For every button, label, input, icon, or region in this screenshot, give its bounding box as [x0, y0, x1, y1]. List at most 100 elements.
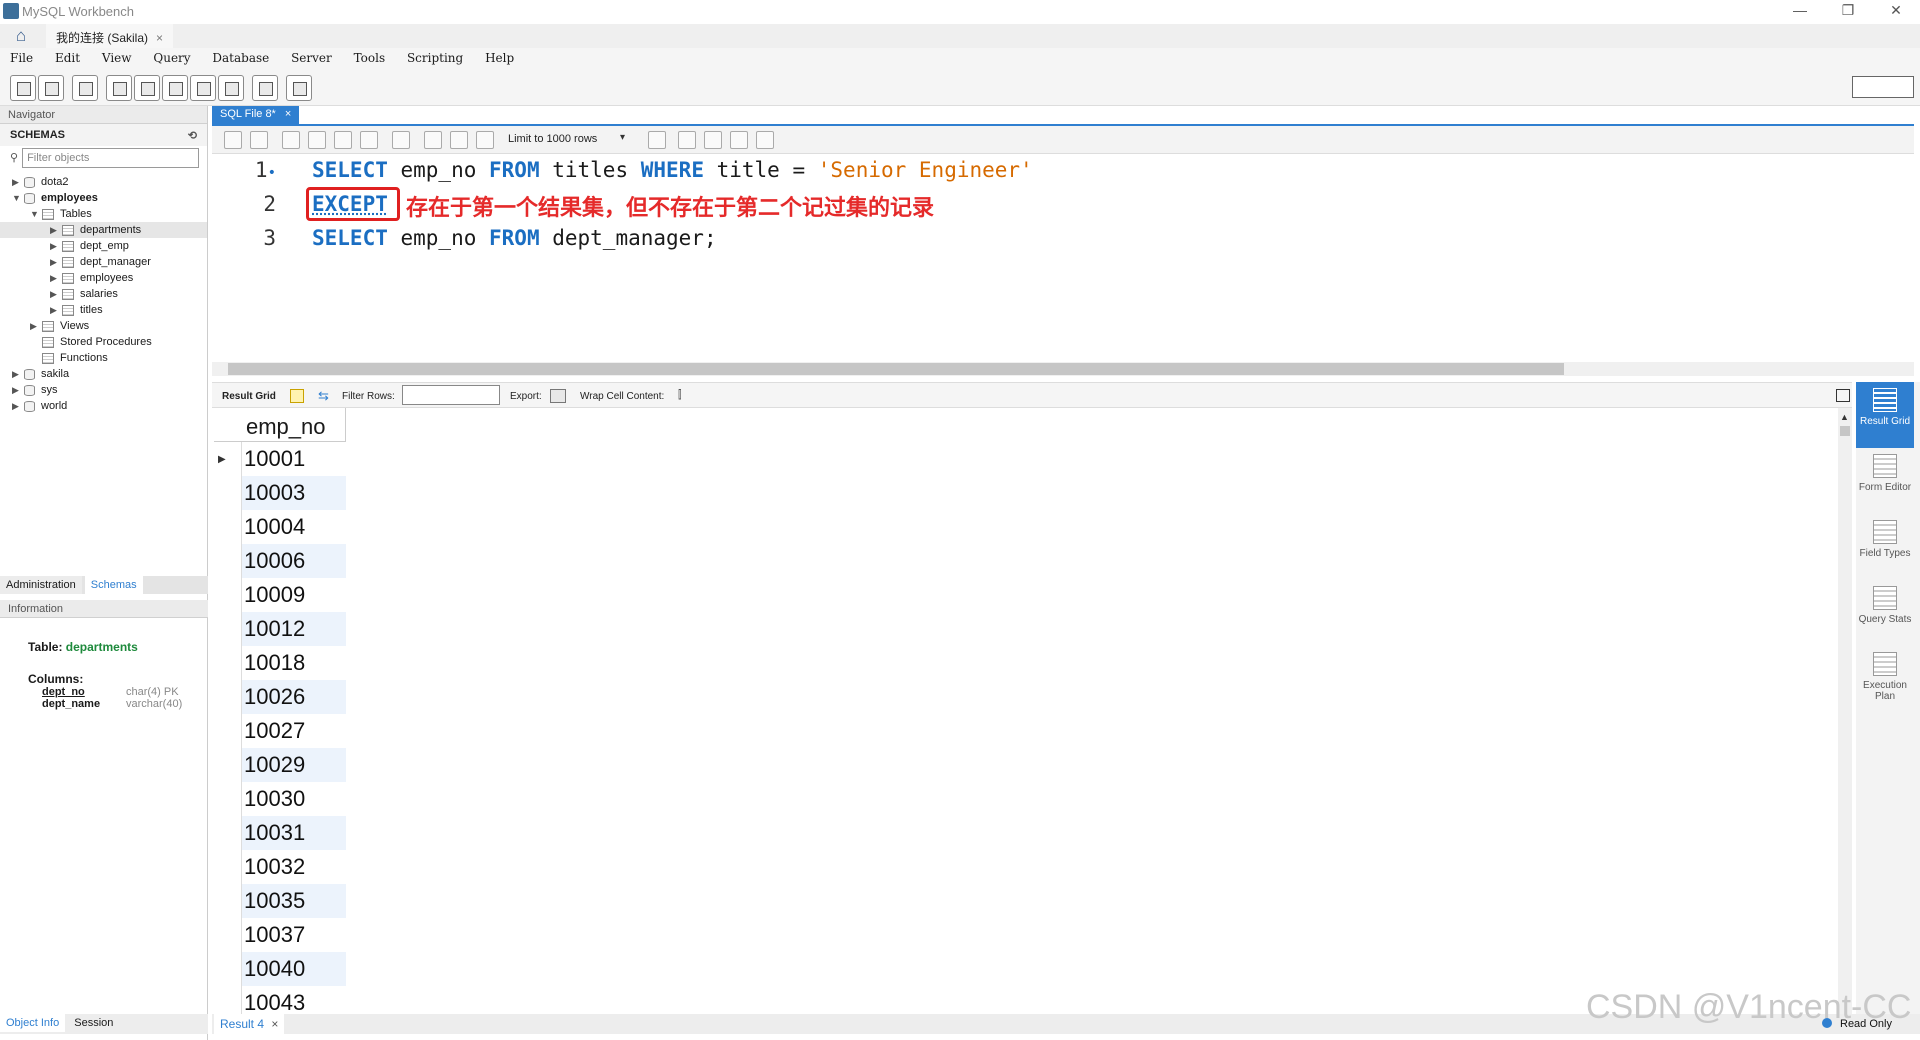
schema-sys[interactable]: ▶ sys	[0, 382, 207, 398]
field-types-button[interactable]: Field Types	[1856, 514, 1914, 580]
editor-scroll-thumb[interactable]	[228, 363, 1564, 375]
grid-cell-emp-no[interactable]: 10031	[242, 816, 346, 850]
menu-help[interactable]: Help	[485, 48, 514, 68]
refresh-icon[interactable]: ⇆	[318, 388, 329, 404]
grid-cell-emp-no[interactable]: 10037	[242, 918, 346, 952]
execution-plan-button[interactable]: Execution Plan	[1856, 646, 1914, 712]
filter-rows-input[interactable]	[402, 385, 500, 405]
grid-cell-emp-no[interactable]: 10004	[242, 510, 346, 544]
grid-cell-emp-no[interactable]: 10027	[242, 714, 346, 748]
form-editor-button[interactable]: Form Editor	[1856, 448, 1914, 514]
result-grid-button[interactable]: Result Grid	[1856, 382, 1914, 448]
grid-cell-emp-no[interactable]: 10018	[242, 646, 346, 680]
column-header-emp-no[interactable]: emp_no	[214, 408, 346, 442]
save-file-icon[interactable]	[250, 131, 268, 149]
inspector-icon[interactable]	[72, 75, 98, 101]
stored-procedures-node[interactable]: Stored Procedures	[0, 334, 207, 350]
views-node[interactable]: ▶ Views	[0, 318, 207, 334]
close-sql-tab-icon[interactable]: ×	[285, 108, 291, 120]
refresh-schemas-icon[interactable]: ⟲	[188, 129, 197, 142]
schema-dota2[interactable]: ▶ dota2	[0, 174, 207, 190]
tab-administration[interactable]: Administration	[0, 576, 82, 594]
word-wrap-icon[interactable]	[730, 131, 748, 149]
menu-scripting[interactable]: Scripting	[407, 48, 463, 68]
query-stats-button[interactable]: Query Stats	[1856, 580, 1914, 646]
limit-rows-select[interactable]: Limit to 1000 rows	[508, 133, 597, 145]
toggle-error-icon[interactable]	[392, 131, 410, 149]
sql-file-tab[interactable]: SQL File 8* ×	[212, 106, 300, 124]
grid-cell-emp-no[interactable]: 10006	[242, 544, 346, 578]
grid-cell-emp-no[interactable]: 10030	[242, 782, 346, 816]
open-file-icon[interactable]	[224, 131, 242, 149]
wrap-icon[interactable]: ⫿	[678, 389, 682, 402]
snippet-icon[interactable]	[756, 131, 774, 149]
export-icon[interactable]	[550, 389, 566, 403]
grid-cell-emp-no[interactable]: 10026	[242, 680, 346, 714]
grid-vertical-scrollbar[interactable]	[1838, 408, 1852, 1014]
create-function-icon[interactable]	[218, 75, 244, 101]
row-selector[interactable]	[214, 510, 242, 544]
execute-icon[interactable]	[282, 131, 300, 149]
menu-edit[interactable]: Edit	[55, 48, 80, 68]
menu-view[interactable]: View	[102, 48, 132, 68]
limit-dropdown-icon[interactable]: ▾	[620, 132, 638, 148]
table-item-salaries[interactable]: ▶ salaries	[0, 286, 207, 302]
row-selector[interactable]	[214, 544, 242, 578]
grid-scroll-thumb[interactable]	[1840, 426, 1850, 436]
row-selector[interactable]	[214, 952, 242, 986]
result-tab[interactable]: Result 4 ×	[214, 1014, 285, 1034]
row-selector[interactable]	[214, 782, 242, 816]
table-item-dept-emp[interactable]: ▶ dept_emp	[0, 238, 207, 254]
rollback-icon[interactable]	[450, 131, 468, 149]
tab-schemas[interactable]: Schemas	[84, 576, 143, 594]
tab-session[interactable]: Session	[68, 1014, 119, 1032]
grid-cell-emp-no[interactable]: 10040	[242, 952, 346, 986]
minimize-icon[interactable]: —	[1780, 2, 1820, 22]
grid-cell-emp-no[interactable]: 10029	[242, 748, 346, 782]
find-icon[interactable]	[678, 131, 696, 149]
toggle-sidebar-icon[interactable]	[1836, 389, 1850, 402]
create-procedure-icon[interactable]	[190, 75, 216, 101]
grid-cell-emp-no[interactable]: 10009	[242, 578, 346, 612]
grid-cell-emp-no[interactable]: 10001	[242, 442, 346, 476]
create-view-icon[interactable]	[162, 75, 188, 101]
schema-employees[interactable]: ▼ employees	[0, 190, 207, 206]
table-item-departments[interactable]: ▶ departments	[0, 222, 207, 238]
menu-server[interactable]: Server	[291, 48, 332, 68]
row-selector[interactable]	[214, 850, 242, 884]
create-table-icon[interactable]	[134, 75, 160, 101]
row-selector[interactable]	[214, 714, 242, 748]
row-selector[interactable]	[214, 680, 242, 714]
autocommit-icon[interactable]	[476, 131, 494, 149]
grid-cell-emp-no[interactable]: 10032	[242, 850, 346, 884]
row-selector[interactable]	[214, 884, 242, 918]
table-item-titles[interactable]: ▶ titles	[0, 302, 207, 318]
grid-cell-emp-no[interactable]: 10035	[242, 884, 346, 918]
commit-icon[interactable]	[424, 131, 442, 149]
result-grid-label[interactable]: Result Grid	[222, 391, 276, 402]
row-selector[interactable]	[214, 476, 242, 510]
tables-node[interactable]: ▼ Tables	[0, 206, 207, 222]
stop-icon[interactable]	[360, 131, 378, 149]
code-line-1[interactable]: SELECT emp_no FROM titles WHERE title = …	[312, 158, 1033, 182]
grid-view-icon[interactable]	[290, 389, 304, 403]
grid-cell-emp-no[interactable]: 10012	[242, 612, 346, 646]
row-selector[interactable]	[214, 612, 242, 646]
execute-current-icon[interactable]	[308, 131, 326, 149]
create-schema-icon[interactable]	[106, 75, 132, 101]
layout-toggle-icon[interactable]	[1852, 76, 1914, 98]
connection-tab[interactable]: 我的连接 (Sakila) ×	[46, 24, 174, 48]
filter-objects-input[interactable]: Filter objects	[22, 148, 199, 168]
restore-icon[interactable]: ❐	[1828, 2, 1868, 22]
table-item-employees[interactable]: ▶ employees	[0, 270, 207, 286]
close-result-tab-icon[interactable]: ×	[271, 1017, 278, 1031]
row-selector[interactable]	[214, 578, 242, 612]
home-icon[interactable]: ⌂	[6, 26, 36, 46]
menu-tools[interactable]: Tools	[354, 48, 386, 68]
menu-query[interactable]: Query	[153, 48, 190, 68]
row-selector[interactable]	[214, 646, 242, 680]
open-sql-script-icon[interactable]	[38, 75, 64, 101]
row-selector[interactable]	[214, 816, 242, 850]
functions-node[interactable]: Functions	[0, 350, 207, 366]
scroll-up-icon[interactable]: ▲	[1840, 412, 1849, 422]
